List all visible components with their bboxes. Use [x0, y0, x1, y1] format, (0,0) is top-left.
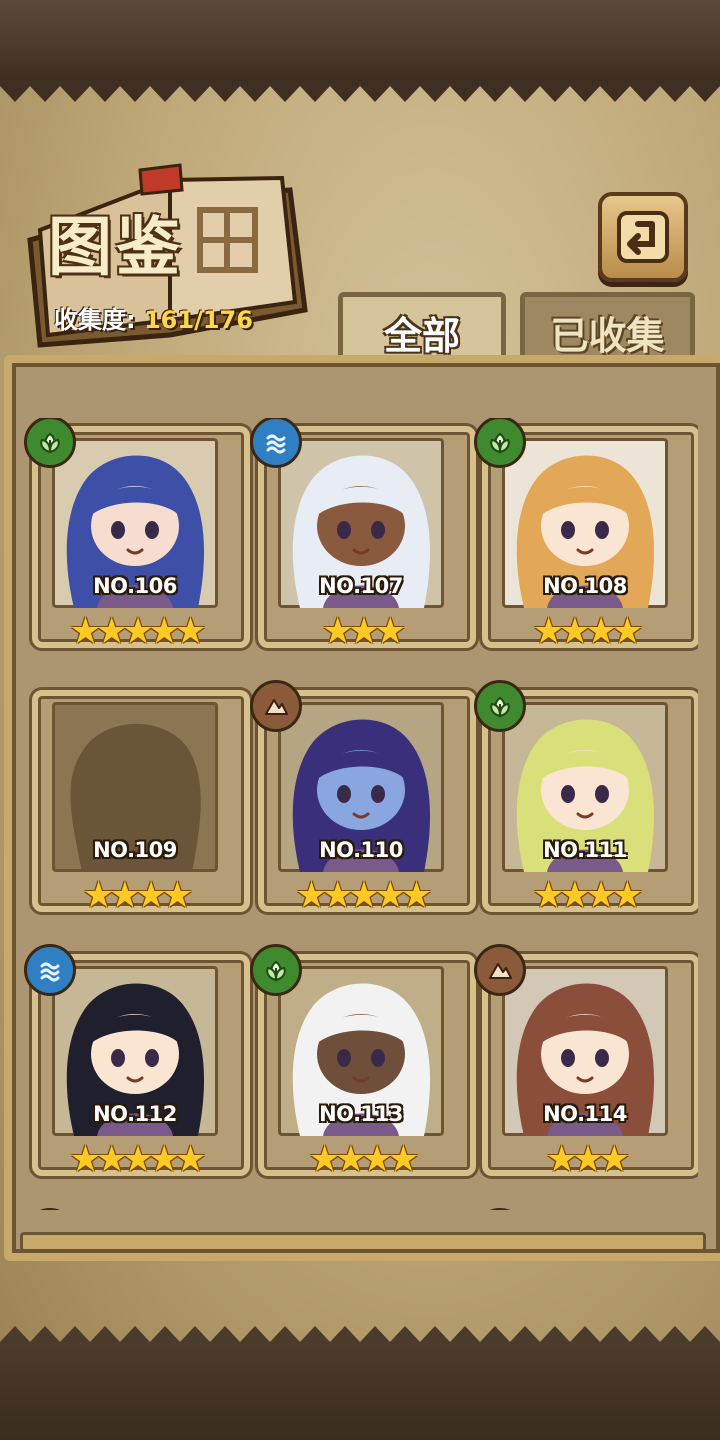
monster-card[interactable]: NO.114 ★★★	[474, 944, 698, 1186]
card-number: NO.114	[543, 1102, 627, 1126]
collection-label: 收集度:	[54, 306, 136, 334]
top-border	[0, 0, 720, 80]
water-icon	[250, 418, 302, 468]
collection-value: 161/176	[143, 306, 253, 334]
monster-card[interactable]: NO.110 ★★★★★	[250, 680, 476, 922]
card-number: NO.107	[319, 574, 403, 598]
page-title: 图鉴	[48, 210, 184, 285]
card-grid[interactable]: NO.106 ★★★★★ NO.107 ★★★ NO.108 ★★★★ NO.109 ★★★★…	[22, 418, 698, 1210]
card-number: NO.113	[319, 1102, 403, 1126]
monster-card[interactable]: NO.109 ★★★★	[32, 690, 250, 922]
leaf-icon	[474, 1208, 526, 1210]
card-number: NO.112	[93, 1102, 177, 1126]
mountain-icon	[250, 680, 302, 732]
star-rating: ★★★★	[532, 611, 643, 652]
monster-card[interactable]: NO.106 ★★★★★	[24, 418, 250, 658]
star-rating: ★★★★	[532, 875, 643, 916]
star-rating: ★★★★★	[69, 1139, 206, 1180]
mountain-icon	[474, 944, 526, 996]
monster-card[interactable]: NO.107 ★★★	[250, 418, 476, 658]
return-arrow-icon	[617, 211, 669, 263]
card-number: NO.108	[543, 574, 627, 598]
collection-progress: 收集度: 161/176	[54, 300, 253, 335]
fire-icon	[24, 1208, 76, 1210]
card-number: NO.109	[93, 838, 177, 862]
star-rating: ★★★★	[308, 1139, 419, 1180]
star-rating: ★★★★	[82, 875, 193, 916]
star-rating: ★★★★★	[295, 875, 432, 916]
card-number: NO.111	[543, 838, 627, 862]
back-button[interactable]	[598, 192, 688, 282]
panel-divider	[20, 1232, 706, 1252]
leaf-icon	[474, 418, 526, 468]
card-number: NO.106	[93, 574, 177, 598]
monster-card[interactable]: NO.111 ★★★★	[474, 680, 698, 922]
star-rating: ★★★	[321, 611, 407, 652]
monster-card[interactable]: NO.108 ★★★★	[474, 418, 698, 658]
card-number: NO.110	[319, 838, 403, 862]
water-icon	[24, 944, 76, 996]
star-rating: ★★★★★	[69, 611, 206, 652]
leaf-icon	[250, 944, 302, 996]
leaf-icon	[474, 680, 526, 732]
zigzag-top-edge	[0, 80, 720, 102]
bottom-border	[0, 1345, 720, 1440]
zigzag-bottom-edge	[0, 1326, 720, 1348]
monster-card[interactable]: NO.112 ★★★★★	[24, 944, 250, 1186]
monster-card[interactable]: NO.113 ★★★★	[250, 944, 476, 1186]
leaf-icon	[24, 418, 76, 468]
star-rating: ★★★	[545, 1139, 631, 1180]
